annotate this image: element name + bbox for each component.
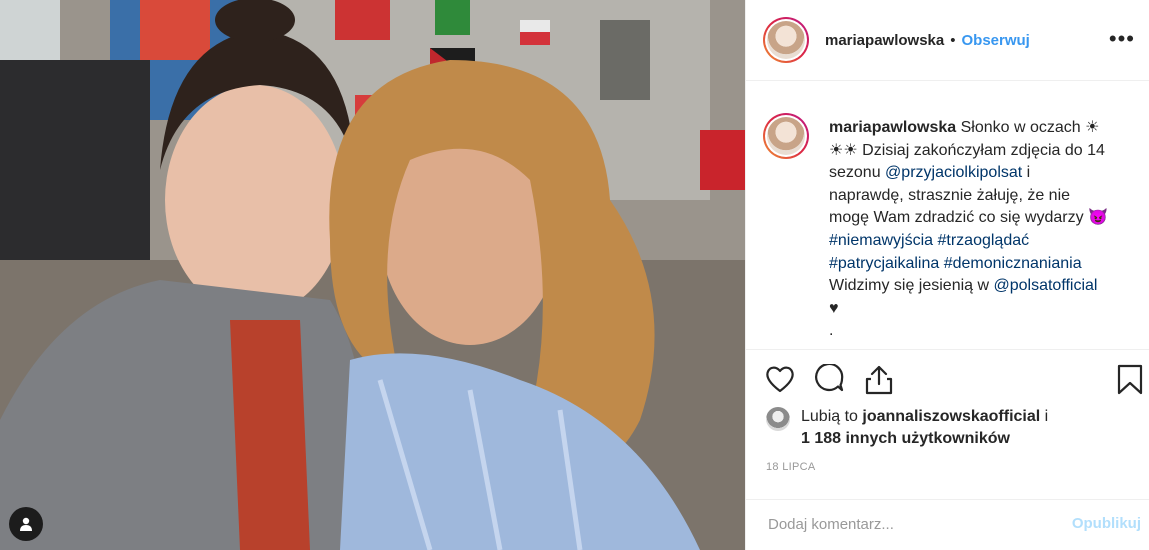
- post-header: mariapawlowska • Obserwuj •••: [746, 0, 1149, 81]
- caption-text: mariapawlowska Słonko w oczach ☀ ☀☀ Dzis…: [829, 117, 1143, 343]
- caption-line: Widzimy się jesienią w: [829, 277, 994, 295]
- user-tag-icon: [20, 517, 32, 531]
- comment-bubble-icon[interactable]: [814, 364, 846, 396]
- caption-line: naprawdę, strasznie żałuję, że nie: [829, 186, 1071, 204]
- user-tag-button[interactable]: [9, 507, 43, 541]
- hashtag-link[interactable]: #demonicznaniania: [944, 255, 1082, 272]
- post-date[interactable]: 18 LIPCA: [766, 461, 815, 473]
- share-icon[interactable]: [864, 364, 894, 396]
- bookmark-icon[interactable]: [1116, 364, 1144, 396]
- hashtag-link[interactable]: #niemawyjścia: [829, 232, 933, 249]
- caption-line: sezonu: [829, 164, 886, 182]
- likes-summary: Lubią to joannaliszowskaofficial i 1 188…: [766, 406, 1146, 450]
- post-photo[interactable]: [0, 0, 745, 550]
- post-sidebar: mariapawlowska • Obserwuj ••• mariapawlo…: [745, 0, 1149, 550]
- liker-avatar[interactable]: [766, 407, 790, 431]
- likes-connector: i: [1040, 408, 1049, 425]
- hashtag-link[interactable]: #patrycjaikalina: [829, 255, 939, 272]
- caption-line: ☀☀ Dzisiaj zakończyłam zdjęcia do 14: [829, 141, 1105, 159]
- separator-dot: •: [950, 31, 956, 49]
- instagram-post: mariapawlowska • Obserwuj ••• mariapawlo…: [0, 0, 1149, 550]
- caption-line: i: [1022, 164, 1031, 182]
- caption-avatar[interactable]: [763, 113, 809, 159]
- follow-button[interactable]: Obserwuj: [962, 32, 1030, 49]
- caption-line: mogę Wam zdradzić co się wydarzy 😈: [829, 209, 1108, 227]
- more-options-icon[interactable]: •••: [1109, 26, 1135, 52]
- caption: mariapawlowska Słonko w oczach ☀ ☀☀ Dzis…: [763, 113, 1143, 343]
- comment-bar: Opublikuj: [746, 499, 1149, 550]
- heart-emoji: ♥: [829, 299, 839, 317]
- caption-username[interactable]: mariapawlowska: [829, 119, 956, 136]
- hashtag-link[interactable]: #trzaoglądać: [938, 232, 1030, 249]
- publish-button[interactable]: Opublikuj: [1072, 515, 1141, 532]
- caption-line: .: [829, 322, 834, 340]
- comment-input[interactable]: [766, 515, 1050, 534]
- mention-link[interactable]: @polsatofficial: [993, 277, 1097, 294]
- heart-icon[interactable]: [764, 364, 796, 394]
- likes-count[interactable]: 1 188 innych użytkowników: [801, 430, 1010, 447]
- author-username[interactable]: mariapawlowska: [825, 32, 944, 49]
- author-avatar[interactable]: [763, 17, 809, 63]
- likes-prefix: Lubią to: [801, 408, 863, 425]
- action-bar: [746, 349, 1149, 412]
- liker-username[interactable]: joannaliszowskaofficial: [862, 408, 1040, 425]
- caption-line: Słonko w oczach ☀: [956, 119, 1100, 136]
- mention-link[interactable]: @przyjaciolkipolsat: [885, 164, 1022, 181]
- photo-illustration: [0, 0, 745, 550]
